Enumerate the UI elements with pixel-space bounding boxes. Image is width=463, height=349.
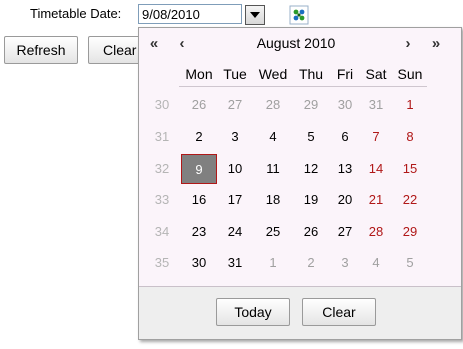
calendar-day[interactable]: 21 <box>358 185 394 215</box>
next-month-button[interactable]: › <box>397 32 419 54</box>
week-number: 34 <box>154 224 170 239</box>
calendar-day[interactable]: 22 <box>392 185 428 215</box>
calendar-picker-icon[interactable] <box>289 5 309 25</box>
week-number: 31 <box>154 129 170 144</box>
calendar-day[interactable]: 29 <box>392 217 428 247</box>
day-name-mon: Mon <box>185 66 213 82</box>
header-divider <box>179 86 427 87</box>
calendar-footer: Today Clear <box>139 287 461 339</box>
calendar-day[interactable]: 18 <box>255 185 291 215</box>
calendar-day[interactable]: 16 <box>181 185 217 215</box>
clear-date-button[interactable]: Clear <box>302 298 376 326</box>
calendar-day[interactable]: 29 <box>293 90 329 120</box>
calendar-day[interactable]: 11 <box>255 154 291 184</box>
calendar-day[interactable]: 4 <box>358 248 394 278</box>
calendar-day[interactable]: 15 <box>392 154 428 184</box>
calendar-day[interactable]: 25 <box>255 217 291 247</box>
chevron-down-icon <box>250 12 260 18</box>
calendar-day[interactable]: 26 <box>181 90 217 120</box>
timetable-date-input[interactable] <box>138 4 242 24</box>
calendar-day[interactable]: 7 <box>358 122 394 152</box>
calendar-day[interactable]: 28 <box>358 217 394 247</box>
day-name-tue: Tue <box>223 66 247 82</box>
calendar-day[interactable]: 14 <box>358 154 394 184</box>
calendar-day[interactable]: 31 <box>358 90 394 120</box>
week-number: 30 <box>154 97 170 112</box>
calendar-title: August 2010 <box>256 35 336 51</box>
calendar-day[interactable]: 28 <box>255 90 291 120</box>
calendar-day[interactable]: 31 <box>217 248 253 278</box>
day-name-wed: Wed <box>258 66 288 82</box>
calendar-day[interactable]: 24 <box>217 217 253 247</box>
prev-month-button[interactable]: ‹ <box>171 32 193 54</box>
timetable-date-label: Timetable Date: <box>30 6 122 21</box>
week-number: 32 <box>154 161 170 176</box>
day-name-thu: Thu <box>298 66 324 82</box>
calendar-day[interactable]: 17 <box>217 185 253 215</box>
next-year-button[interactable]: » <box>425 32 447 54</box>
calendar-day[interactable]: 27 <box>217 90 253 120</box>
calendar-day[interactable]: 19 <box>293 185 329 215</box>
calendar-day[interactable]: 1 <box>392 90 428 120</box>
today-button[interactable]: Today <box>216 298 290 326</box>
day-name-sun: Sun <box>397 66 423 82</box>
calendar-day[interactable]: 5 <box>293 122 329 152</box>
calendar-day[interactable]: 1 <box>255 248 291 278</box>
week-number: 35 <box>154 255 170 270</box>
calendar-day[interactable]: 10 <box>217 154 253 184</box>
day-name-sat: Sat <box>365 66 387 82</box>
calendar-day[interactable]: 3 <box>217 122 253 152</box>
calendar-header: « ‹ August 2010 › » <box>139 28 461 58</box>
calendar-popup: « ‹ August 2010 › » Mon Tue Wed Thu Fri Sat Su… <box>138 27 462 340</box>
week-number: 33 <box>154 192 170 207</box>
calendar-day[interactable]: 26 <box>293 217 329 247</box>
calendar-day[interactable]: 4 <box>255 122 291 152</box>
calendar-day[interactable]: 8 <box>392 122 428 152</box>
prev-year-button[interactable]: « <box>143 32 165 54</box>
calendar-day[interactable]: 12 <box>293 154 329 184</box>
calendar-day[interactable]: 2 <box>181 122 217 152</box>
calendar-day-selected[interactable]: 9 <box>181 154 217 184</box>
date-dropdown-button[interactable] <box>245 5 265 25</box>
calendar-day[interactable]: 5 <box>392 248 428 278</box>
refresh-button[interactable]: Refresh <box>4 36 78 64</box>
calendar-day[interactable]: 30 <box>181 248 217 278</box>
calendar-day[interactable]: 2 <box>293 248 329 278</box>
calendar-day[interactable]: 23 <box>181 217 217 247</box>
